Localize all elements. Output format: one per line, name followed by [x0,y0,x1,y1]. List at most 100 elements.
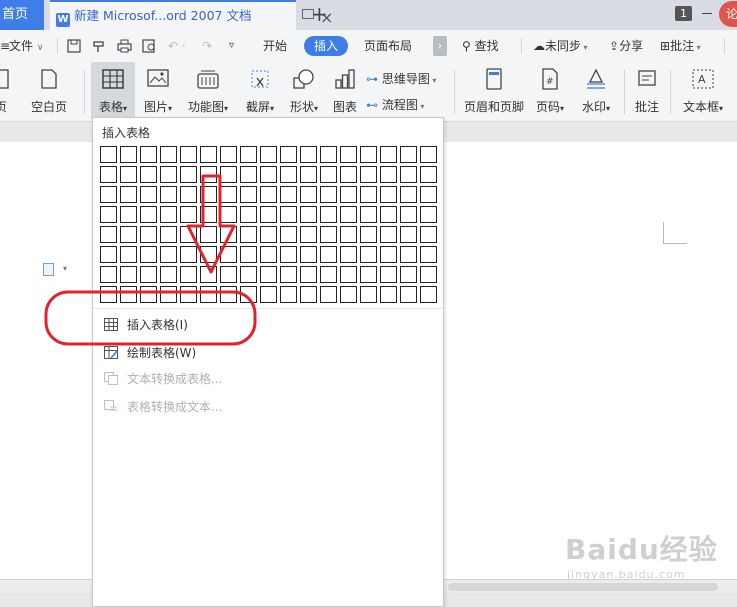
table-grid-cell[interactable] [160,286,177,303]
undo-icon[interactable]: ↶ · [168,30,186,62]
table-grid-cell[interactable] [240,286,257,303]
table-grid-cell[interactable] [240,146,257,163]
table-grid-cell[interactable] [120,266,137,283]
table-grid-cell[interactable] [140,186,157,203]
table-grid-cell[interactable] [200,186,217,203]
ribbon-mindmap-button[interactable]: ⊶ 思维导图 ▾ [366,69,436,89]
table-grid-cell[interactable] [340,166,357,183]
search-button[interactable]: ⚲ 查找 [462,30,499,62]
table-grid-cell[interactable] [340,286,357,303]
table-grid-cell[interactable] [160,246,177,263]
table-grid-cell[interactable] [400,226,417,243]
table-grid-cell[interactable] [420,266,437,283]
more-tabs-chevron-icon[interactable]: › [433,36,447,56]
table-grid-cell[interactable] [260,246,277,263]
table-grid-cell[interactable] [220,266,237,283]
ribbon-shape-button[interactable]: 形状▾ [284,62,324,120]
customize-quick-access-icon[interactable]: ▿ [229,30,234,62]
table-grid-cell[interactable] [300,186,317,203]
table-grid-cell[interactable] [220,206,237,223]
table-grid-cell[interactable] [220,246,237,263]
table-grid-cell[interactable] [140,246,157,263]
table-grid-cell[interactable] [400,206,417,223]
table-grid-cell[interactable] [200,266,217,283]
table-grid-cell[interactable] [420,206,437,223]
table-grid-cell[interactable] [280,186,297,203]
table-grid-cell[interactable] [380,226,397,243]
ribbon-function-chart-button[interactable]: 功能图▾ [183,62,233,120]
table-grid-cell[interactable] [280,226,297,243]
table-grid-cell[interactable] [200,206,217,223]
ribbon-comment-button[interactable]: 批注 [630,62,664,120]
table-grid-cell[interactable] [120,166,137,183]
table-grid-cell[interactable] [300,286,317,303]
table-grid-cell[interactable] [280,166,297,183]
table-grid-cell[interactable] [300,146,317,163]
table-grid-cell[interactable] [200,166,217,183]
paragraph-layout-icon[interactable] [43,263,54,276]
table-grid-cell[interactable] [100,226,117,243]
table-grid-cell[interactable] [240,266,257,283]
table-grid-cell[interactable] [420,186,437,203]
table-grid-cell[interactable] [320,226,337,243]
table-grid-cell[interactable] [340,206,357,223]
table-grid-cell[interactable] [120,246,137,263]
table-grid-cell[interactable] [100,206,117,223]
table-grid-cell[interactable] [220,186,237,203]
new-tab-button[interactable]: + [311,0,328,28]
table-grid-cell[interactable] [360,246,377,263]
ribbon-textbox-button[interactable]: A 文本框▾ [678,62,728,120]
table-size-grid[interactable] [100,146,440,306]
table-grid-cell[interactable] [340,226,357,243]
table-grid-cell[interactable] [260,286,277,303]
table-grid-cell[interactable] [400,146,417,163]
table-grid-cell[interactable] [400,186,417,203]
ribbon-screenshot-button[interactable]: 截屏▾ [240,62,280,120]
table-grid-cell[interactable] [240,246,257,263]
file-menu[interactable]: 文件 ∨ [9,30,43,62]
table-grid-cell[interactable] [260,226,277,243]
save-icon[interactable] [67,39,81,53]
ribbon-table-button[interactable]: 表格▾ [91,62,135,120]
print-preview-icon[interactable] [142,39,157,53]
menu-tab-home[interactable]: 开始 [263,30,287,62]
menu-tab-page-layout[interactable]: 页面布局 [364,30,412,62]
table-grid-cell[interactable] [220,226,237,243]
table-grid-cell[interactable] [300,206,317,223]
table-grid-cell[interactable] [380,266,397,283]
table-grid-cell[interactable] [360,206,377,223]
table-grid-cell[interactable] [240,206,257,223]
table-grid-cell[interactable] [320,266,337,283]
table-grid-cell[interactable] [140,166,157,183]
table-grid-cell[interactable] [120,226,137,243]
table-grid-cell[interactable] [420,146,437,163]
table-grid-cell[interactable] [260,146,277,163]
table-grid-cell[interactable] [380,246,397,263]
ribbon-blank-page-button[interactable]: 空白页 [27,62,71,120]
table-grid-cell[interactable] [300,266,317,283]
table-grid-cell[interactable] [260,206,277,223]
table-grid-cell[interactable] [420,226,437,243]
table-grid-cell[interactable] [100,146,117,163]
table-grid-cell[interactable] [100,166,117,183]
menu-insert-table[interactable]: 插入表格(I) [101,312,437,338]
table-grid-cell[interactable] [320,246,337,263]
table-grid-cell[interactable] [140,286,157,303]
table-grid-cell[interactable] [160,166,177,183]
table-grid-cell[interactable] [200,146,217,163]
menu-tab-insert[interactable]: 插入 [304,36,348,56]
table-grid-cell[interactable] [120,286,137,303]
table-grid-cell[interactable] [140,226,157,243]
table-grid-cell[interactable] [280,146,297,163]
table-grid-cell[interactable] [120,206,137,223]
table-grid-cell[interactable] [100,286,117,303]
table-grid-cell[interactable] [320,186,337,203]
table-grid-cell[interactable] [100,266,117,283]
table-grid-cell[interactable] [100,186,117,203]
table-grid-cell[interactable] [380,166,397,183]
tab-document[interactable]: W 新建 Microsof...ord 2007 文档 × [50,0,333,30]
table-grid-cell[interactable] [360,226,377,243]
minimize-icon[interactable] [702,13,712,14]
table-grid-cell[interactable] [360,286,377,303]
table-grid-cell[interactable] [160,226,177,243]
